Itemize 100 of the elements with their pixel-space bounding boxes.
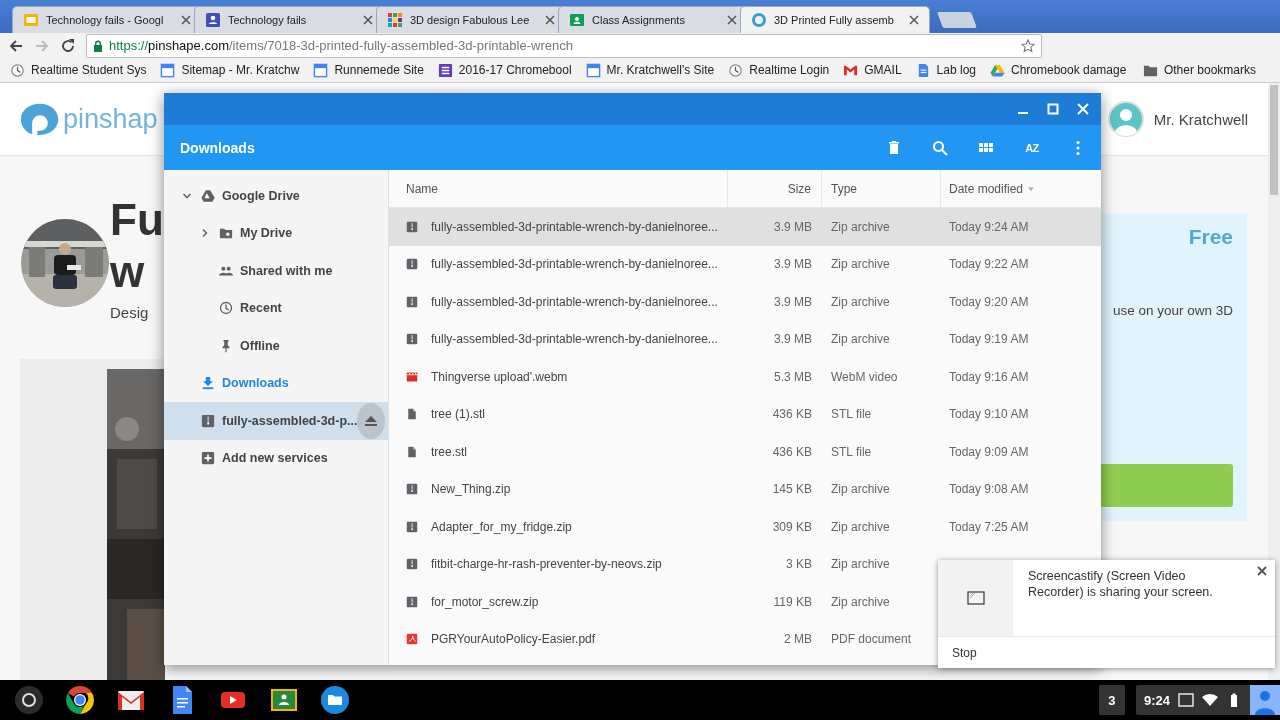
file-size: 3.9 MB [774, 219, 812, 234]
launcher-icon[interactable] [12, 684, 45, 716]
archive-icon [406, 483, 418, 496]
maximize-icon[interactable] [1045, 101, 1061, 117]
browser-icon[interactable] [63, 684, 96, 716]
close-icon[interactable] [181, 15, 191, 25]
bookmark[interactable]: Runnemede Site [313, 62, 424, 78]
file-type: Zip archive [831, 594, 890, 609]
bookmark[interactable]: Realtime Login [728, 62, 830, 78]
file-icon [406, 408, 418, 421]
file-date: Today 9:24 AM [949, 219, 1029, 234]
file-type: Zip archive [831, 219, 890, 234]
column-header[interactable]: Size [728, 170, 822, 207]
user-name[interactable]: Mr. Kratchwell [1153, 110, 1248, 128]
files-icon[interactable] [318, 684, 351, 716]
logo-icon [20, 101, 60, 137]
close-icon[interactable] [545, 15, 555, 25]
reload-icon[interactable] [60, 37, 76, 54]
page-title: Fu w [110, 194, 165, 298]
file-row[interactable]: fully-assembled-3d-printable-wrench-by-danielnoree... 3.9 MB Zip archive Today 9:24 AM [389, 208, 1101, 246]
file-type: PDF document [831, 632, 912, 647]
file-type: Zip archive [831, 519, 890, 534]
search-icon[interactable] [931, 138, 949, 157]
file-type: Zip archive [831, 257, 890, 272]
archive-icon [201, 413, 215, 428]
file-name: Thingverse upload'.webm [431, 369, 568, 384]
browser-tab[interactable]: 3D Printed Fully assemb [740, 6, 930, 33]
clock-time: 9:24 [1143, 692, 1170, 708]
archive-icon [406, 220, 418, 233]
other-bookmarks[interactable]: Other bookmarks [1142, 62, 1256, 78]
eject-button[interactable] [357, 402, 385, 439]
file-size: 2 MB [784, 632, 812, 647]
file-name: PGRYourAutoPolicy-Easier.pdf [431, 632, 596, 647]
notification-count[interactable]: 3 [1098, 685, 1125, 715]
file-size: 3.9 MB [774, 257, 812, 272]
file-row[interactable]: tree.stl 436 KB STL file Today 9:09 AM [389, 433, 1101, 471]
screen-icon [966, 591, 985, 605]
file-date: Today 9:20 AM [949, 294, 1029, 309]
close-icon[interactable] [363, 15, 373, 25]
column-header[interactable]: Name [389, 170, 728, 207]
file-icon [406, 445, 418, 458]
clock-icon [10, 62, 25, 78]
file-name: fully-assembled-3d-printable-wrench-by-danielnoree... [431, 294, 718, 309]
file-size: 145 KB [772, 482, 812, 497]
file-size: 3 KB [786, 557, 812, 572]
form-icon [205, 12, 221, 28]
file-type: STL file [831, 444, 872, 459]
sidebar-item[interactable]: My Drive [164, 214, 388, 252]
bookmark[interactable]: Lab log [915, 62, 976, 78]
sidebar-item[interactable]: Add new services [164, 439, 388, 477]
star-icon[interactable] [1021, 38, 1035, 53]
bookmark[interactable]: 2016-17 Chromebool [437, 62, 572, 78]
pdf-icon [406, 633, 418, 646]
download-icon [201, 376, 215, 391]
close-icon[interactable] [1257, 566, 1267, 576]
sidebar-item[interactable]: Shared with me [164, 252, 388, 290]
new-tab-button[interactable] [937, 12, 977, 28]
file-row[interactable]: Thingverse upload'.webm 5.3 MB WebM video Today 9:16 AM [389, 358, 1101, 396]
file-name: New_Thing.zip [431, 482, 511, 497]
sidebar-item[interactable]: fully-assembled-3d-p... [164, 402, 388, 440]
file-size: 309 KB [772, 519, 812, 534]
file-name: Adapter_for_my_fridge.zip [431, 519, 572, 534]
sidebar-item[interactable]: Google Drive [164, 177, 388, 215]
file-date: Today 9:09 AM [949, 444, 1029, 459]
column-header[interactable]: Date modified [941, 170, 1101, 207]
sidebar-item[interactable]: Recent [164, 289, 388, 327]
bookmark[interactable]: Chromebook damage [990, 62, 1127, 78]
file-size: 3.9 MB [774, 332, 812, 347]
file-row[interactable]: tree (1).stl 436 KB STL file Today 9:10 AM [389, 395, 1101, 433]
close-icon[interactable] [1075, 101, 1091, 117]
bookmark[interactable]: Realtime Student Sys [10, 62, 147, 78]
video-icon [406, 370, 418, 383]
url-text: https://pinshape.com/items/7018-3d-printed-fully-assembled-3d-printable-wrench [109, 38, 574, 53]
bookmark[interactable]: GMAIL [843, 62, 902, 78]
stop-button[interactable]: Stop [938, 636, 1275, 668]
bookmark[interactable]: Sitemap - Mr. Kratchw [160, 62, 300, 78]
file-size: 436 KB [772, 444, 812, 459]
back-icon[interactable] [8, 37, 24, 54]
bookmark[interactable]: Mr. Kratchwell's Site [585, 62, 715, 78]
page-icon [160, 62, 176, 78]
close-icon[interactable] [727, 15, 737, 25]
address-bar[interactable]: https://pinshape.com/items/7018-3d-printed-fully-assembled-3d-printable-wrench [86, 33, 1042, 58]
sidebar-item[interactable]: Offline [164, 327, 388, 365]
close-icon[interactable] [909, 15, 919, 25]
file-date: Today 9:19 AM [949, 332, 1029, 347]
file-date: Today 9:16 AM [949, 369, 1029, 384]
archive-icon [406, 258, 418, 271]
ring-icon [751, 12, 767, 28]
status-area[interactable]: 9:24 [1135, 685, 1280, 715]
column-header[interactable]: Type [822, 170, 941, 207]
file-date: Today 9:22 AM [949, 257, 1029, 272]
folder-icon [219, 226, 233, 241]
page-icon [313, 62, 329, 78]
file-row[interactable]: New_Thing.zip 145 KB Zip archive Today 9:08 AM [389, 470, 1101, 508]
file-row[interactable]: fully-assembled-3d-printable-wrench-by-danielnoree... 3.9 MB Zip archive Today 9:20 AM [389, 283, 1101, 321]
file-row[interactable]: fully-assembled-3d-printable-wrench-by-danielnoree... 3.9 MB Zip archive Today 9:19 AM [389, 320, 1101, 358]
file-name: fully-assembled-3d-printable-wrench-by-danielnoree... [431, 219, 718, 234]
file-row[interactable]: Adapter_for_my_fridge.zip 309 KB Zip archive Today 7:25 AM [389, 508, 1101, 546]
archive-icon [406, 295, 418, 308]
file-row[interactable]: fully-assembled-3d-printable-wrench-by-danielnoree... 3.9 MB Zip archive Today 9:22 AM [389, 245, 1101, 283]
